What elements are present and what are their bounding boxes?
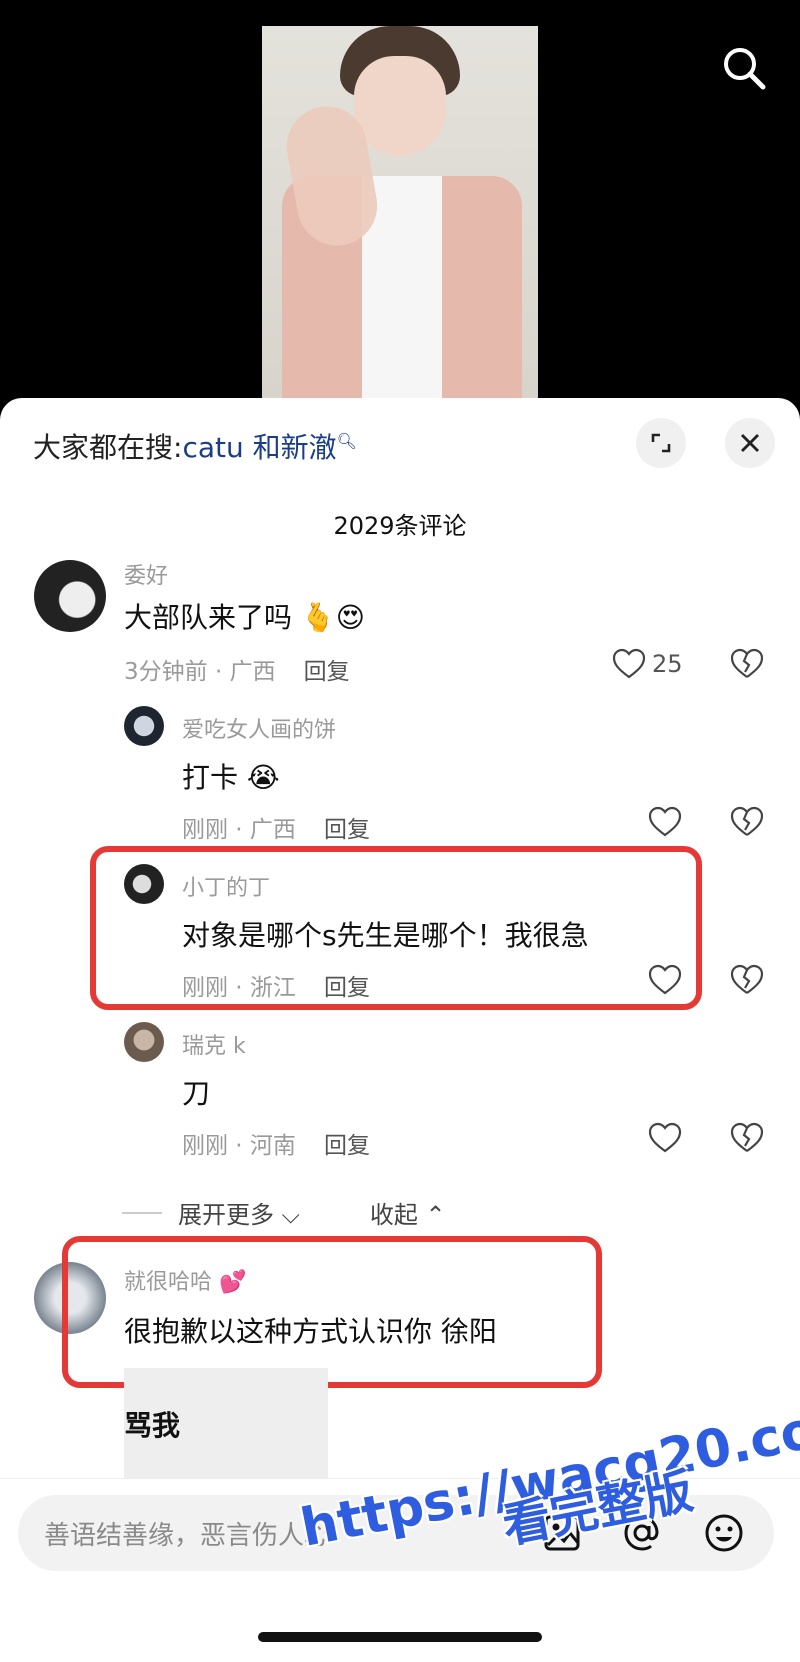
image-attachment[interactable]: 骂我 [124, 1368, 328, 1478]
heart-icon [648, 806, 682, 837]
broken-heart-icon[interactable] [730, 648, 764, 684]
reply-button[interactable]: 回复 [304, 659, 350, 685]
comment-meta: 3分钟前 · 广西 回复 [124, 659, 350, 685]
video-area[interactable] [0, 0, 800, 400]
comment-author[interactable]: 爱吃女人画的饼 [182, 712, 336, 744]
like-button[interactable]: 25 [612, 648, 683, 680]
expand-icon[interactable] [636, 418, 686, 468]
chevron-down-icon: ⌵ [281, 1201, 300, 1229]
divider [122, 1211, 162, 1214]
expand-row: 展开更多 ⌵ 收起 ⌃ [122, 1195, 446, 1230]
comment-author[interactable]: 委好 [124, 558, 168, 590]
search-icon[interactable] [718, 42, 770, 94]
reply-button[interactable]: 回复 [324, 817, 370, 843]
emoji-icon[interactable] [700, 1509, 748, 1557]
highlight-box [90, 846, 702, 1010]
comment-text: 打卡 😭 [182, 761, 280, 794]
heart-icon [648, 1122, 682, 1153]
comment-text: 刀 [182, 1077, 211, 1110]
broken-heart-icon[interactable] [730, 1122, 764, 1158]
broken-heart-icon[interactable] [730, 964, 764, 1000]
home-indicator [258, 1632, 542, 1642]
like-count: 25 [652, 650, 683, 678]
like-button[interactable] [648, 1122, 682, 1154]
avatar[interactable] [124, 706, 164, 746]
comment-count: 2029条评论 [333, 512, 467, 540]
emoji: 😭 [246, 761, 280, 794]
avatar[interactable] [124, 1022, 164, 1062]
comment-meta: 刚刚 · 河南 回复 [182, 1133, 370, 1159]
comment-author[interactable]: 瑞克 k [182, 1028, 246, 1060]
attachment-text: 骂我 [124, 1409, 181, 1442]
expand-more-button[interactable]: 展开更多 ⌵ [178, 1195, 300, 1230]
close-icon[interactable] [725, 418, 775, 468]
reply-button[interactable]: 回复 [324, 1133, 370, 1159]
highlight-box [62, 1236, 602, 1388]
chevron-up-icon: ⌃ [425, 1201, 446, 1229]
collapse-button[interactable]: 收起 ⌃ [370, 1195, 446, 1230]
comment-meta: 刚刚 · 广西 回复 [182, 817, 370, 843]
emoji: 🫰😍 [300, 601, 365, 634]
hot-search-prefix: 大家都在搜: [33, 431, 183, 464]
input-placeholder: 善语结善缘，恶言伤人心 [44, 1521, 331, 1551]
hot-search-keyword[interactable]: catu 和新澈 [182, 431, 336, 464]
heart-icon [612, 648, 646, 679]
broken-heart-icon[interactable] [730, 806, 764, 842]
avatar[interactable] [34, 560, 106, 632]
hot-search[interactable]: 大家都在搜:catu 和新澈🔍︎ [33, 426, 357, 466]
search-small-icon: 🔍︎ [336, 431, 357, 451]
video-thumbnail [262, 26, 538, 400]
comment-text: 大部队来了吗 🫰😍 [124, 601, 365, 634]
like-button[interactable] [648, 806, 682, 838]
